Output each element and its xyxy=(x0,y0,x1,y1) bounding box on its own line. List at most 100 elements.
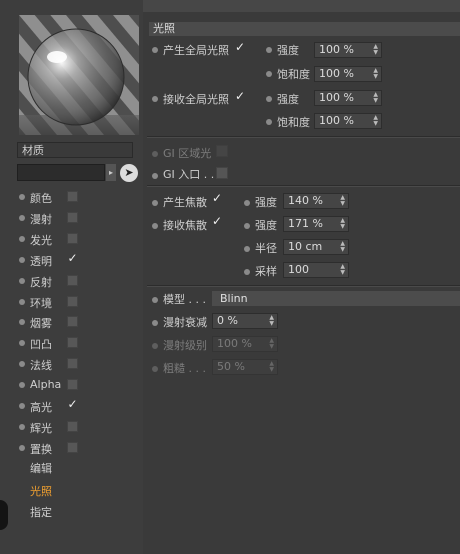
gi-portal-checkbox[interactable] xyxy=(216,167,228,179)
diffuse-falloff-field[interactable]: 0 % ▲ ▼ xyxy=(212,313,278,329)
rec-gi-strength-label: 强度 xyxy=(277,93,299,106)
spinner-icon[interactable]: ▲ ▼ xyxy=(373,68,378,80)
gen-gi-saturation-field[interactable]: 100 % ▲ ▼ xyxy=(314,66,382,82)
channel-dot-icon xyxy=(19,361,25,367)
gi-portal-label: GI 入口 . . xyxy=(163,168,215,181)
model-label: 模型 . . . xyxy=(163,293,206,306)
channel-item[interactable]: 颜色 xyxy=(17,187,137,207)
roughness-field: 50 % ▲ ▼ xyxy=(212,359,278,375)
channel-checkbox[interactable] xyxy=(67,191,78,202)
spinner-icon[interactable]: ▲ ▼ xyxy=(340,241,345,253)
channel-checkbox[interactable] xyxy=(67,212,78,223)
spinner-icon[interactable]: ▲ ▼ xyxy=(340,264,345,276)
rec-caustics-strength-field[interactable]: 171 % ▲ ▼ xyxy=(283,216,349,232)
gen-caustics-strength-label: 强度 xyxy=(255,196,277,209)
generate-caustics-checkbox[interactable]: ✓ xyxy=(212,191,222,205)
animate-dot-icon[interactable] xyxy=(266,119,272,125)
animate-dot-icon[interactable] xyxy=(244,246,250,252)
gen-caustics-strength-field[interactable]: 140 % ▲ ▼ xyxy=(283,193,349,209)
channel-label: Alpha xyxy=(30,378,62,391)
channel-checkbox[interactable] xyxy=(67,358,78,369)
channel-item[interactable]: 法线 xyxy=(17,354,137,374)
channel-checkbox[interactable]: ✓ xyxy=(67,398,78,411)
generate-gi-checkbox[interactable]: ✓ xyxy=(235,40,245,54)
spinner-icon[interactable]: ▲ ▼ xyxy=(340,218,345,230)
channel-checkbox[interactable] xyxy=(67,421,78,432)
spinner-icon[interactable]: ▲ ▼ xyxy=(373,44,378,56)
animate-dot-icon[interactable] xyxy=(244,269,250,275)
pointer-icon[interactable]: ➤ xyxy=(120,164,138,182)
channel-label: 环境 xyxy=(30,297,52,310)
rec-gi-strength-field[interactable]: 100 % ▲ ▼ xyxy=(314,90,382,106)
material-name-field[interactable]: 材质 xyxy=(17,142,133,158)
channel-item[interactable]: 高光 ✓ xyxy=(17,396,137,416)
arrow-right-icon[interactable]: ▸ xyxy=(106,164,116,181)
channel-dot-icon xyxy=(19,299,25,305)
channel-item[interactable]: 透明 ✓ xyxy=(17,250,137,270)
value: 0 % xyxy=(217,314,238,327)
value: 100 % xyxy=(319,91,354,104)
tab-assign[interactable]: 指定 xyxy=(30,504,52,520)
channel-search-input[interactable] xyxy=(17,164,105,181)
spinner-icon[interactable]: ▲ ▼ xyxy=(373,115,378,127)
channel-checkbox[interactable] xyxy=(67,233,78,244)
gen-gi-strength-field[interactable]: 100 % ▲ ▼ xyxy=(314,42,382,58)
channel-checkbox[interactable] xyxy=(67,337,78,348)
receive-gi-checkbox[interactable]: ✓ xyxy=(235,89,245,103)
animate-dot-icon[interactable] xyxy=(266,96,272,102)
channel-checkbox[interactable] xyxy=(67,442,78,453)
animate-dot-icon[interactable] xyxy=(152,320,158,326)
channel-label: 透明 xyxy=(30,255,52,268)
channel-label: 漫射 xyxy=(30,213,52,226)
channel-item[interactable]: 反射 xyxy=(17,271,137,291)
tab-illumination[interactable]: 光照 xyxy=(30,483,52,499)
animate-dot-icon[interactable] xyxy=(152,223,158,229)
channel-checkbox[interactable] xyxy=(67,296,78,307)
channel-checkbox[interactable] xyxy=(67,379,78,390)
radius-field[interactable]: 10 cm ▲ ▼ xyxy=(283,239,349,255)
animate-dot-icon[interactable] xyxy=(266,47,272,53)
channel-checkbox[interactable] xyxy=(67,275,78,286)
channel-dot-icon xyxy=(19,236,25,242)
spinner-icon[interactable]: ▲ ▼ xyxy=(269,315,274,327)
channel-item[interactable]: 凹凸 xyxy=(17,333,137,353)
rec-gi-saturation-field[interactable]: 100 % ▲ ▼ xyxy=(314,113,382,129)
animate-dot-icon[interactable] xyxy=(152,96,158,102)
channel-dot-icon xyxy=(19,257,25,263)
value: 100 % xyxy=(319,114,354,127)
rec-caustics-strength-label: 强度 xyxy=(255,219,277,232)
channel-item[interactable]: Alpha xyxy=(17,375,137,395)
channel-label: 颜色 xyxy=(30,192,52,205)
model-dropdown[interactable]: Blinn xyxy=(212,291,460,306)
channel-label: 置换 xyxy=(30,443,52,456)
divider xyxy=(147,136,460,138)
channel-item[interactable]: 发光 xyxy=(17,229,137,249)
animate-dot-icon[interactable] xyxy=(152,200,158,206)
channel-dot-icon xyxy=(19,403,25,409)
tab-edit[interactable]: 编辑 xyxy=(30,460,52,476)
value: 171 % xyxy=(288,217,323,230)
receive-caustics-checkbox[interactable]: ✓ xyxy=(212,214,222,228)
animate-dot-icon[interactable] xyxy=(152,297,158,303)
channel-item[interactable]: 烟雾 xyxy=(17,312,137,332)
radius-label: 半径 xyxy=(255,242,277,255)
diffuse-level-label: 漫射级别 xyxy=(163,339,207,352)
spinner-icon[interactable]: ▲ ▼ xyxy=(340,195,345,207)
value: 140 % xyxy=(288,194,323,207)
animate-dot-icon[interactable] xyxy=(266,71,272,77)
animate-dot-icon[interactable] xyxy=(152,173,158,179)
channel-item[interactable]: 环境 xyxy=(17,292,137,312)
animate-dot-icon[interactable] xyxy=(244,200,250,206)
channel-checkbox[interactable]: ✓ xyxy=(67,252,78,265)
channel-item[interactable]: 漫射 xyxy=(17,208,137,228)
animate-dot-icon[interactable] xyxy=(152,47,158,53)
channel-item[interactable]: 辉光 xyxy=(17,417,137,437)
spinner-icon[interactable]: ▲ ▼ xyxy=(373,92,378,104)
generate-gi-label: 产生全局光照 xyxy=(163,44,229,57)
animate-dot-icon[interactable] xyxy=(244,223,250,229)
channel-item[interactable]: 置换 xyxy=(17,438,137,458)
samples-field[interactable]: 100 ▲ ▼ xyxy=(283,262,349,278)
channel-checkbox[interactable] xyxy=(67,316,78,327)
material-preview[interactable] xyxy=(19,15,139,135)
channel-label: 法线 xyxy=(30,359,52,372)
